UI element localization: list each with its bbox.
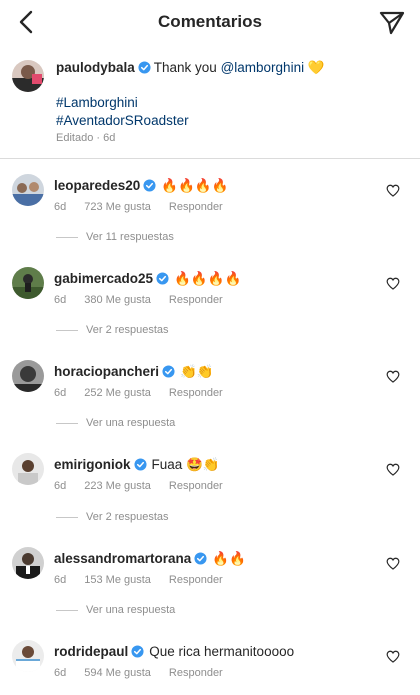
view-replies-link[interactable]: Ver una respuesta: [56, 604, 175, 620]
verified-badge-icon: [133, 458, 147, 471]
caption-text: Thank you: [153, 60, 217, 75]
avatar[interactable]: [12, 174, 44, 206]
hashtag-aventador[interactable]: #AventadorSRoadster: [56, 112, 189, 130]
verified-badge-icon: [143, 179, 156, 192]
send-icon[interactable]: [378, 8, 406, 36]
comment-username[interactable]: leoparedes20: [54, 178, 140, 193]
verified-badge-icon: [162, 365, 175, 378]
caption-emoji: 💛: [307, 60, 325, 75]
verified-badge-icon: [194, 552, 207, 565]
post-caption: paulodybala Thank you @lamborghini 💛 #Lam…: [0, 56, 420, 158]
comment-likes[interactable]: 380 Me gusta: [84, 294, 151, 306]
verified-badge-icon: [138, 61, 151, 74]
avatar[interactable]: [12, 60, 44, 92]
comment-username[interactable]: gabimercado25: [54, 271, 153, 286]
page-title: Comentarios: [158, 12, 262, 31]
caption-meta: Editado · 6d: [56, 132, 116, 144]
like-heart-icon[interactable]: [386, 650, 400, 663]
like-heart-icon[interactable]: [386, 184, 400, 197]
avatar[interactable]: [12, 453, 44, 485]
comment-time: 6d: [54, 387, 67, 399]
replies-divider-line: [56, 329, 78, 331]
comment-username[interactable]: alessandromartorana: [54, 551, 191, 566]
caption-line: paulodybala Thank you @lamborghini 💛: [56, 60, 325, 76]
reply-button[interactable]: Responder: [169, 201, 223, 213]
like-heart-icon[interactable]: [386, 463, 400, 476]
avatar[interactable]: [12, 640, 44, 672]
like-heart-icon[interactable]: [386, 277, 400, 290]
comment-time: 6d: [54, 294, 67, 306]
caption-hashtags: #Lamborghini #AventadorSRoadster: [56, 94, 189, 130]
comment-text: 🔥🔥🔥🔥: [161, 178, 229, 193]
comment-time: 6d: [54, 201, 67, 213]
comment-item: emirigoniok Fuaa 🤩👏 6d 223 Me gusta Respond…: [0, 453, 420, 503]
reply-button[interactable]: Responder: [169, 667, 223, 679]
comment-item: leoparedes20 🔥🔥🔥🔥 6d 723 Me gusta Responder: [0, 174, 420, 224]
comment-text: 🔥🔥: [212, 551, 246, 566]
comment-username[interactable]: emirigoniok: [54, 457, 131, 472]
comment-likes[interactable]: 223 Me gusta: [84, 480, 151, 492]
caption-username[interactable]: paulodybala: [56, 60, 135, 75]
comment-time: 6d: [54, 667, 67, 679]
comment-text: 👏👏: [180, 364, 214, 379]
view-replies-link[interactable]: Ver 11 respuestas: [56, 231, 174, 247]
comment-likes[interactable]: 252 Me gusta: [84, 387, 151, 399]
view-replies-link[interactable]: Ver 2 respuestas: [56, 511, 169, 527]
replies-divider-line: [56, 516, 78, 518]
comment-username[interactable]: rodridepaul: [54, 644, 128, 659]
comment-text: 🔥🔥🔥🔥: [174, 271, 242, 286]
like-heart-icon[interactable]: [386, 557, 400, 570]
header-bar: Comentarios: [0, 0, 420, 44]
avatar[interactable]: [12, 547, 44, 579]
view-replies-link[interactable]: Ver 2 respuestas: [56, 324, 169, 340]
comment-text: Fuaa 🤩👏: [151, 457, 220, 472]
avatar[interactable]: [12, 360, 44, 392]
divider: [0, 158, 420, 159]
avatar[interactable]: [12, 267, 44, 299]
comment-time: 6d: [54, 574, 67, 586]
comment-time: 6d: [54, 480, 67, 492]
like-heart-icon[interactable]: [386, 370, 400, 383]
comment-likes[interactable]: 723 Me gusta: [84, 201, 151, 213]
replies-divider-line: [56, 236, 78, 238]
reply-button[interactable]: Responder: [169, 480, 223, 492]
reply-button[interactable]: Responder: [169, 574, 223, 586]
view-replies-link[interactable]: Ver una respuesta: [56, 417, 175, 433]
caption-mention[interactable]: @lamborghini: [221, 60, 305, 75]
replies-divider-line: [56, 609, 78, 611]
comment-text: Que rica hermanitooooo: [149, 644, 295, 659]
comment-item: horaciopancheri 👏👏 6d 252 Me gusta Responde…: [0, 360, 420, 410]
comment-item: gabimercado25 🔥🔥🔥🔥 6d 380 Me gusta Responde…: [0, 267, 420, 317]
verified-badge-icon: [131, 645, 144, 658]
comment-likes[interactable]: 153 Me gusta: [84, 574, 151, 586]
comment-item: alessandromartorana 🔥🔥 6d 153 Me gusta Resp…: [0, 547, 420, 597]
reply-button[interactable]: Responder: [169, 294, 223, 306]
verified-badge-icon: [156, 272, 169, 285]
replies-divider-line: [56, 422, 78, 424]
comment-item: rodridepaul Que rica hermanitooooo 6d 594 …: [0, 640, 420, 690]
comment-likes[interactable]: 594 Me gusta: [84, 667, 151, 679]
hashtag-lamborghini[interactable]: #Lamborghini: [56, 94, 189, 112]
reply-button[interactable]: Responder: [169, 387, 223, 399]
comment-username[interactable]: horaciopancheri: [54, 364, 159, 379]
